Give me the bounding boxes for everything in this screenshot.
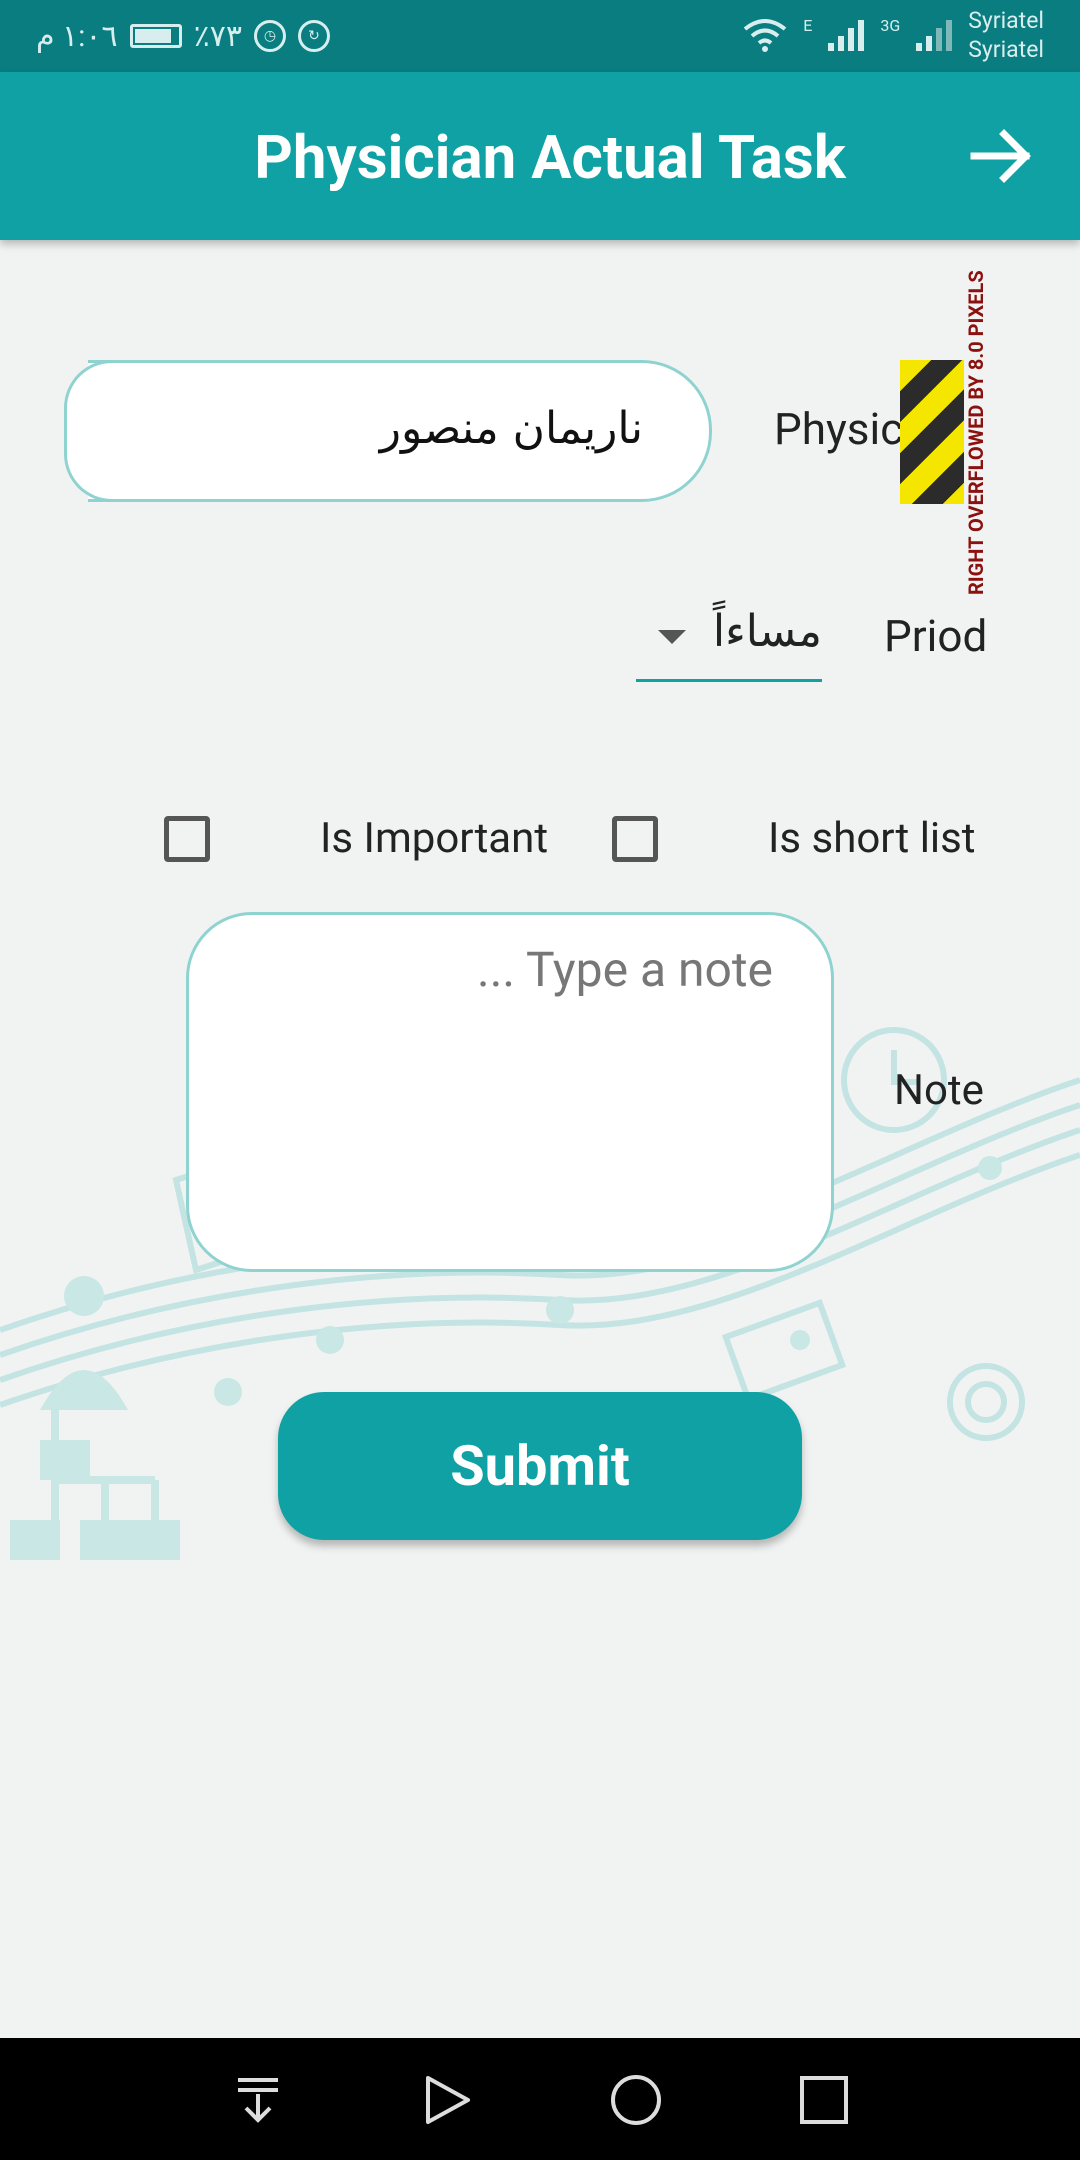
status-bar: ١:٠٦ م ٪٧٣ ◷ ↻ E 3G Syriatel Syriatel (0, 0, 1080, 72)
app-bar: Physician Actual Task (0, 72, 1080, 240)
clock: ١:٠٦ م (36, 18, 118, 54)
period-value: مساءاً (712, 606, 822, 657)
system-nav-bar (0, 2038, 1080, 2160)
network-type-2: 3G (880, 15, 901, 35)
data-saver-icon: ↻ (297, 20, 330, 52)
page-title: Physician Actual Task (254, 122, 846, 193)
is-important-checkbox[interactable] (164, 816, 210, 862)
overflow-warning-stripes (900, 360, 964, 504)
note-label: Note (894, 1066, 984, 1115)
period-dropdown[interactable]: مساءاً (636, 598, 822, 682)
overflow-warning-text: RIGHT OVERFLOWED BY 8.0 PIXELS (964, 270, 988, 596)
physician-value: ناريمان منصور (379, 403, 643, 454)
carrier-names: Syriatel Syriatel (968, 6, 1044, 64)
submit-button[interactable]: Submit (278, 1392, 802, 1540)
battery-icon (129, 24, 182, 48)
carrier-2: Syriatel (968, 36, 1044, 63)
signal-icon-1 (828, 20, 865, 51)
home-circle-icon[interactable] (608, 2072, 664, 2128)
arrow-forward-icon[interactable] (964, 118, 1040, 194)
network-type-1: E (803, 15, 813, 35)
is-short-list-checkbox[interactable] (612, 816, 658, 862)
period-label: Priod (884, 610, 988, 662)
status-left: ١:٠٦ م ٪٧٣ ◷ ↻ (36, 14, 330, 58)
notification-pull-icon[interactable] (230, 2072, 286, 2128)
back-triangle-icon[interactable] (420, 2072, 476, 2128)
note-placeholder: ... Type a note (477, 941, 773, 998)
signal-icon-2 (916, 20, 953, 51)
is-short-list-label: Is short list (768, 814, 976, 863)
dropdown-arrow-icon (658, 630, 686, 644)
physician-field[interactable]: ناريمان منصور (64, 360, 712, 502)
recents-square-icon[interactable] (796, 2072, 852, 2128)
note-input[interactable]: ... Type a note (186, 912, 834, 1272)
carrier-1: Syriatel (968, 7, 1044, 34)
wifi-icon (744, 19, 787, 52)
alarm-icon: ◷ (253, 20, 286, 52)
battery-percent: ٪٧٣ (193, 18, 242, 54)
is-important-label: Is Important (320, 814, 549, 863)
status-right: E 3G Syriatel Syriatel (741, 6, 1044, 64)
